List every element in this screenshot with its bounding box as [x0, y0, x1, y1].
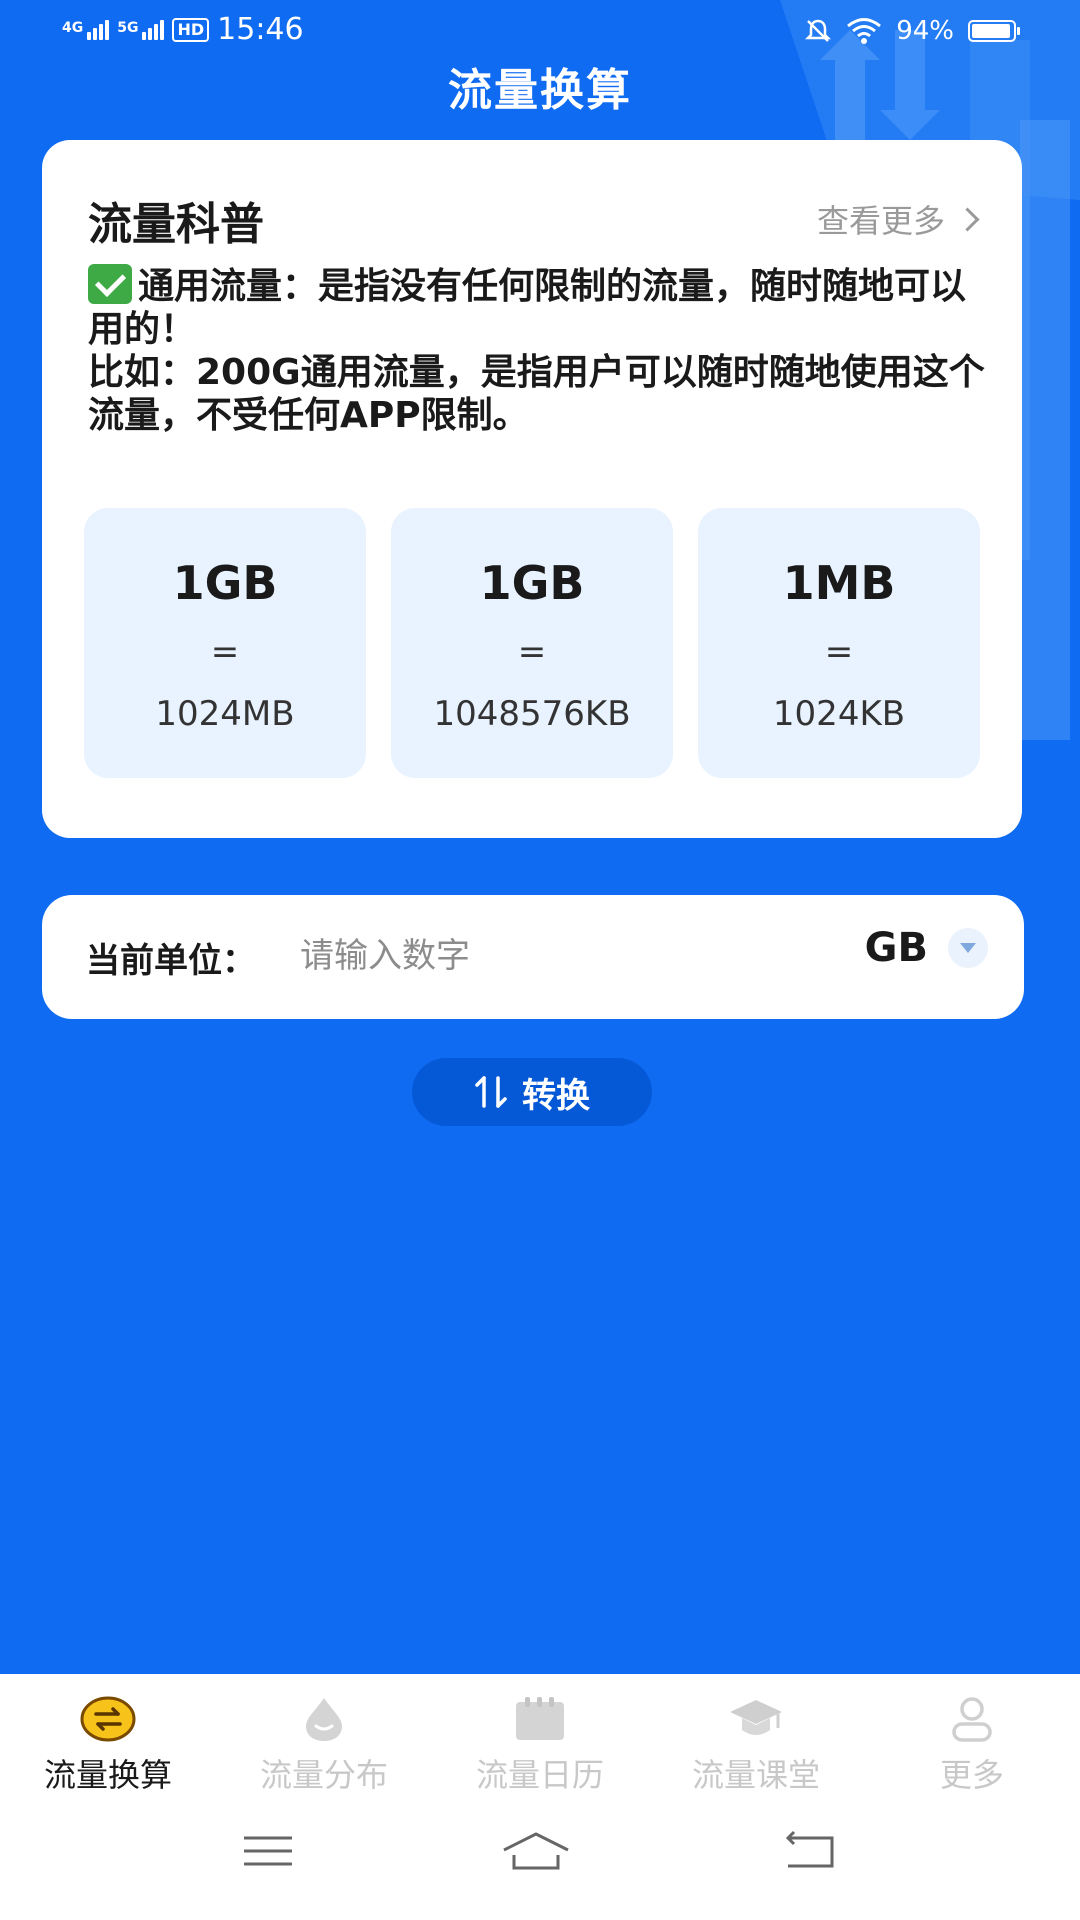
conversion-box-3: 1MB = 1024KB	[698, 508, 980, 778]
conversion-to: 1024MB	[155, 694, 295, 734]
bell-muted-icon	[805, 19, 832, 42]
nav-label: 流量日历	[475, 1756, 604, 1794]
conversion-box-1: 1GB = 1024MB	[84, 508, 366, 778]
home-icon[interactable]	[496, 1826, 576, 1876]
info-line-1-text: 通用流量：是指没有任何限制的流量，随时随地可以用的！	[88, 266, 967, 350]
drop-icon	[306, 1698, 342, 1741]
view-more-label: 查看更多	[816, 202, 945, 240]
battery-percent: 94%	[896, 16, 954, 46]
nav-item-conversion[interactable]: 流量换算	[0, 1674, 216, 1806]
card-title: 流量科普	[88, 199, 264, 250]
graduation-cap-icon	[730, 1700, 782, 1735]
number-input[interactable]	[298, 929, 782, 983]
conversion-to: 1024KB	[772, 694, 906, 734]
info-line-1: 通用流量：是指没有任何限制的流量，随时随地可以用的！	[88, 264, 988, 351]
conversion-from: 1GB	[479, 556, 585, 610]
status-left: 4G 5G HD 15:46	[62, 12, 304, 47]
conversion-from: 1MB	[782, 556, 896, 610]
caret-down-icon	[948, 928, 988, 968]
convert-button[interactable]: 转换	[412, 1058, 652, 1126]
wifi-icon	[847, 18, 882, 44]
nav-item-more[interactable]: 更多	[864, 1674, 1080, 1806]
menu-icon[interactable]	[228, 1826, 308, 1876]
system-nav-bar	[0, 1806, 1080, 1920]
nav-label: 更多	[939, 1756, 1004, 1794]
info-card: 流量科普 查看更多 通用流量：是指没有任何限制的流量，随时随地可以用的！ 比如：…	[42, 140, 1022, 838]
signal-4g-icon: 4G	[62, 19, 110, 40]
nav-label: 流量换算	[43, 1756, 172, 1794]
back-icon[interactable]	[772, 1826, 852, 1876]
battery-level	[972, 24, 1010, 38]
conversion-from: 1GB	[172, 556, 278, 610]
conversion-to: 1048576KB	[433, 694, 631, 734]
conversion-box-2: 1GB = 1048576KB	[391, 508, 673, 778]
bottom-nav: 流量换算 流量分布 流量日历 流量课堂 更多	[0, 1674, 1080, 1806]
nav-item-distribution[interactable]: 流量分布	[216, 1674, 432, 1806]
chevron-right-icon	[955, 206, 980, 232]
status-time: 15:46	[217, 12, 304, 47]
unit-select[interactable]: GB	[865, 925, 988, 971]
status-right: 94%	[804, 16, 1020, 46]
hd-voice-icon: HD	[172, 17, 210, 42]
exchange-icon	[80, 1696, 136, 1742]
conversion-equals: =	[824, 632, 854, 672]
conversion-row: 1GB = 1024MB 1GB = 1048576KB 1MB = 1024K…	[84, 508, 980, 778]
unit-value: GB	[864, 925, 928, 971]
conversion-equals: =	[517, 632, 547, 672]
calendar-icon	[516, 1697, 564, 1740]
nav-label: 流量分布	[259, 1756, 388, 1794]
user-icon	[952, 1697, 992, 1742]
current-unit-label: 当前单位：	[86, 941, 256, 981]
nav-item-classroom[interactable]: 流量课堂	[648, 1674, 864, 1806]
unit-input-row: 当前单位： GB	[42, 895, 1024, 1019]
nav-label: 流量课堂	[691, 1756, 820, 1794]
view-more-link[interactable]: 查看更多	[816, 196, 980, 242]
convert-button-label: 转换	[522, 1075, 590, 1116]
battery-icon	[968, 20, 1020, 42]
nav-item-calendar[interactable]: 流量日历	[432, 1674, 648, 1806]
check-mark-icon	[88, 264, 132, 304]
signal-5g-icon: 5G	[117, 19, 165, 40]
card-body: 通用流量：是指没有任何限制的流量，随时随地可以用的！ 比如：200G通用流量，是…	[88, 264, 988, 437]
page-title: 流量换算	[448, 65, 632, 116]
swap-arrows-icon	[475, 1076, 507, 1108]
conversion-equals: =	[210, 632, 240, 672]
info-line-2: 比如：200G通用流量，是指用户可以随时随地使用这个流量，不受任何APP限制。	[88, 352, 985, 436]
